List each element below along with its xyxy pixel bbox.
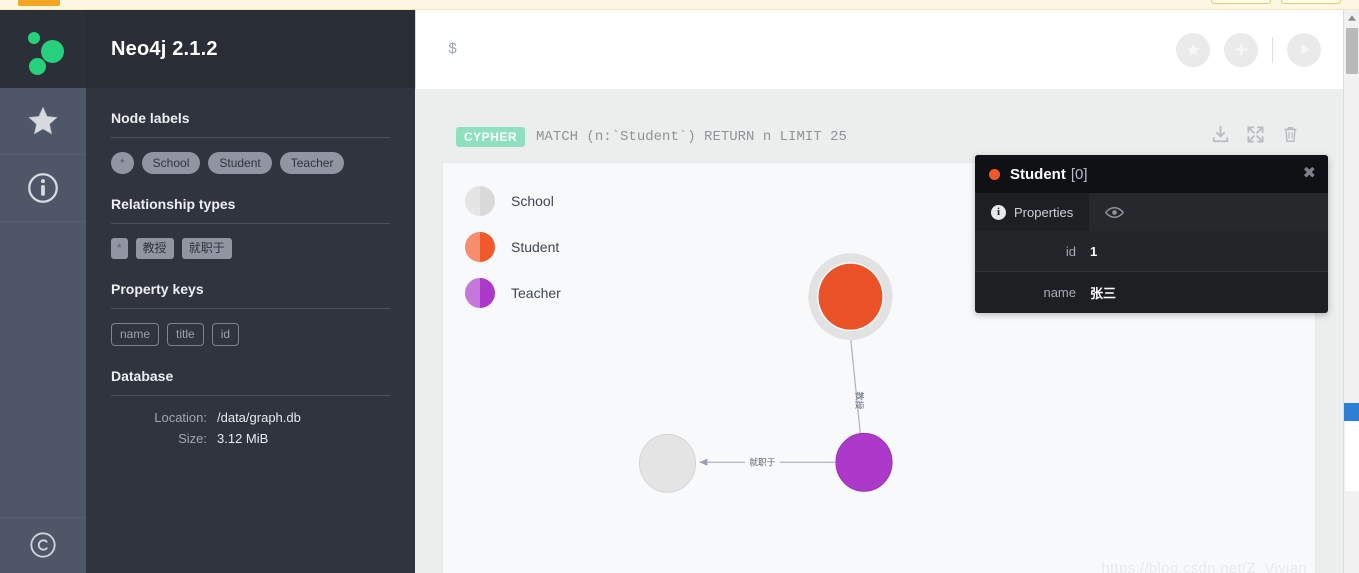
- property-key-name[interactable]: name: [111, 322, 160, 346]
- section-title-database: Database: [111, 367, 174, 384]
- info-icon: [28, 173, 58, 203]
- node-label-student[interactable]: Student: [208, 152, 272, 175]
- tab-display[interactable]: [1089, 193, 1148, 231]
- divider: [111, 137, 390, 138]
- database-info: Location: /data/graph.db Size: 3.12 MiB: [111, 410, 390, 446]
- scrollbar-track-light: [1345, 421, 1359, 491]
- inspector-node-color-dot: [989, 168, 1000, 180]
- rel-type-all[interactable]: *: [111, 238, 128, 259]
- notification-swatch: [18, 0, 60, 6]
- graph-node-teacher[interactable]: [835, 432, 893, 492]
- star-icon: [28, 106, 58, 135]
- notification-bar: [0, 0, 1359, 10]
- inspector-header: Student [0] ✖: [975, 155, 1328, 193]
- neo4j-logo: [0, 10, 86, 88]
- tab-properties[interactable]: i Properties: [975, 193, 1090, 231]
- watermark: https://blog.csdn.net/Z_Vivian: [1101, 560, 1307, 573]
- chevron-up-icon: [1348, 15, 1356, 21]
- star-icon: [1186, 43, 1200, 56]
- relationship-label-works-at: 就职于: [749, 456, 775, 467]
- sidebar-header: Neo4j 2.1.2: [86, 10, 415, 88]
- node-label-school[interactable]: School: [141, 152, 201, 175]
- cypher-badge: CYPHER: [456, 126, 526, 147]
- add-button[interactable]: [1224, 32, 1258, 67]
- frame-query-text: MATCH (n:`Student`) RETURN n LIMIT 25: [536, 128, 847, 145]
- property-key: name: [1043, 285, 1076, 300]
- rel-type-works-at[interactable]: 就职于: [181, 238, 232, 259]
- node-label-all[interactable]: *: [111, 152, 134, 175]
- sidebar-body: Node labels * School Student Teacher Rel…: [86, 88, 415, 446]
- database-size-label: Size:: [178, 430, 207, 446]
- notification-button-2[interactable]: [1281, 0, 1341, 4]
- rail-spacer: [0, 222, 86, 518]
- scroll-up-button[interactable]: [1344, 10, 1359, 26]
- database-size-value: 3.12 MiB: [217, 430, 269, 446]
- section-title-property-keys: Property keys: [111, 280, 204, 297]
- query-editor-bar: $: [415, 10, 1343, 89]
- info-icon: i: [991, 204, 1006, 220]
- property-key-list: name title id: [111, 322, 390, 346]
- divider: [111, 394, 390, 396]
- database-location-value: /data/graph.db: [217, 409, 301, 425]
- database-location-row: Location: /data/graph.db: [111, 410, 390, 425]
- editor-divider: [1272, 36, 1273, 63]
- page-scrollbar[interactable]: [1343, 10, 1359, 573]
- plus-icon: [1235, 43, 1247, 56]
- section-title-relationship-types: Relationship types: [111, 196, 236, 213]
- rail-item-favorites[interactable]: [0, 88, 86, 155]
- inspector-count: [0]: [1070, 165, 1088, 183]
- scrollbar-thumb[interactable]: [1346, 28, 1358, 74]
- prompt-icon: $: [448, 41, 458, 58]
- property-key-id[interactable]: id: [211, 322, 240, 346]
- relationship-label-teaches: 教授: [854, 391, 865, 409]
- eye-icon: [1105, 206, 1125, 218]
- inspector-title: Student: [1010, 165, 1066, 183]
- divider: [111, 307, 390, 309]
- copyright-icon: [30, 532, 56, 558]
- icon-rail: [0, 10, 86, 573]
- expand-button[interactable]: [1246, 125, 1265, 149]
- property-row-name: name 张三: [975, 272, 1328, 313]
- logo-dot-large: [41, 40, 64, 63]
- play-icon: [1300, 44, 1309, 55]
- app-title: Neo4j 2.1.2: [111, 37, 218, 60]
- property-value: 1: [1090, 243, 1098, 259]
- node-inspector-panel: Student [0] ✖ i Properties id 1 name 张三: [975, 155, 1328, 313]
- rail-item-about[interactable]: [0, 155, 86, 222]
- property-key: id: [1065, 243, 1076, 259]
- favorite-button[interactable]: [1176, 32, 1210, 67]
- database-size-row: Size: 3.12 MiB: [111, 431, 390, 446]
- logo-dot-small: [28, 32, 40, 44]
- trash-icon: [1284, 126, 1297, 142]
- graph-node-student[interactable]: [818, 263, 883, 330]
- rel-type-teaches[interactable]: 教授: [135, 238, 174, 259]
- sidebar: Neo4j 2.1.2 Node labels * School Student…: [86, 10, 415, 573]
- database-location-label: Location:: [154, 409, 207, 425]
- close-frame-button[interactable]: [1281, 125, 1300, 149]
- rail-item-license[interactable]: [0, 518, 86, 572]
- node-label-list: * School Student Teacher: [111, 152, 390, 175]
- neo4j-browser-window: Neo4j 2.1.2 Node labels * School Student…: [0, 0, 1359, 573]
- logo-dot-medium: [29, 58, 46, 75]
- inspector-properties-table: id 1 name 张三: [975, 231, 1328, 313]
- editor-actions: [1176, 32, 1343, 67]
- node-label-teacher[interactable]: Teacher: [279, 152, 345, 175]
- property-row-id: id 1: [975, 231, 1328, 272]
- divider: [111, 223, 390, 225]
- expand-icon: [1247, 126, 1264, 142]
- scrollbar-marker[interactable]: [1344, 403, 1359, 421]
- run-button[interactable]: [1287, 32, 1321, 67]
- graph-node-school[interactable]: [638, 433, 697, 493]
- tab-properties-label: Properties: [1014, 204, 1074, 220]
- section-title-node-labels: Node labels: [111, 110, 190, 126]
- inspector-tabs: i Properties: [975, 193, 1328, 231]
- frame-tools: [1211, 125, 1316, 149]
- property-key-title[interactable]: title: [167, 322, 204, 346]
- relationship-type-list: * 教授 就职于: [111, 238, 390, 259]
- download-button[interactable]: [1211, 125, 1230, 149]
- property-value: 张三: [1090, 286, 1117, 301]
- download-icon: [1212, 125, 1229, 142]
- close-icon[interactable]: ✖: [1303, 166, 1316, 182]
- notification-button-1[interactable]: [1211, 0, 1271, 4]
